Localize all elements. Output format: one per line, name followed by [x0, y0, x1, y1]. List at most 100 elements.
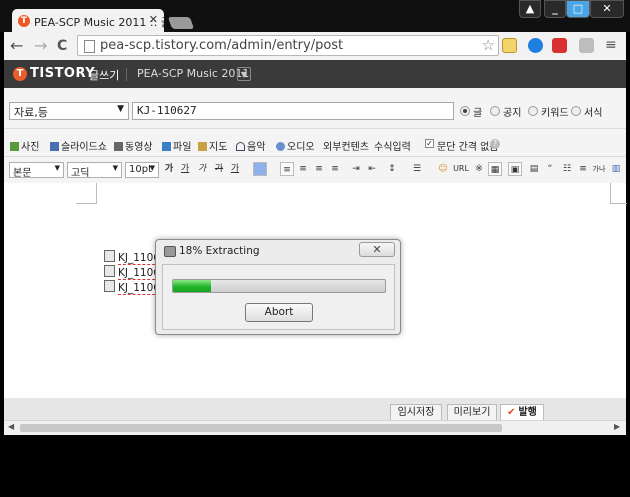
insert-file-button[interactable]: 파일: [162, 138, 191, 153]
align-left-icon[interactable]: ≡: [280, 162, 294, 176]
paragraph-style-select[interactable]: 본문 ▼: [9, 162, 64, 179]
font-size-value: 10pt: [129, 164, 152, 175]
blog-dropdown-icon[interactable]: ▼: [237, 67, 251, 81]
slideshow-icon: [50, 142, 59, 151]
back-icon[interactable]: ←: [10, 38, 23, 54]
minimize-button[interactable]: _: [544, 0, 566, 18]
browser-tab-active[interactable]: T PEA-SCP Music 2011 :: 글 ✕: [12, 9, 164, 33]
maximize-button[interactable]: □: [566, 0, 590, 18]
attached-file[interactable]: KJ_1106: [104, 265, 160, 280]
indent-icon[interactable]: ⇥: [349, 162, 363, 176]
outdent-icon[interactable]: ⇤: [365, 162, 379, 176]
temp-save-button[interactable]: 임시저장: [390, 404, 442, 421]
bookmark-star-icon[interactable]: ☆: [482, 36, 495, 54]
align-justify-icon[interactable]: ≡: [328, 162, 342, 176]
link-url-button[interactable]: URL: [450, 162, 472, 176]
attached-file[interactable]: KJ_1106: [104, 250, 160, 265]
bold-button[interactable]: 가: [162, 162, 176, 176]
audio-icon: [276, 142, 285, 151]
file-icon: [162, 142, 171, 151]
font-select[interactable]: 고딕 ▼: [67, 162, 122, 179]
italic-button[interactable]: 가: [195, 162, 209, 176]
quote-button[interactable]: “: [543, 162, 557, 176]
check-icon: ✔: [507, 407, 516, 418]
radio-post[interactable]: [460, 106, 470, 116]
headphones-icon: [236, 142, 245, 151]
font-color-button[interactable]: 가: [228, 162, 242, 176]
scroll-left-icon[interactable]: ◀: [8, 422, 14, 431]
progress-fill: [173, 280, 212, 292]
insert-slideshow-label: 슬라이드쇼: [61, 142, 107, 153]
insert-external-button[interactable]: 외부컨텐츠: [323, 138, 369, 153]
download-extension-icon[interactable]: [528, 38, 543, 53]
spellcheck-icon[interactable]: ▥: [609, 162, 623, 176]
dialog-title: 18% Extracting: [179, 245, 260, 257]
special-char-button[interactable]: ※: [472, 162, 486, 176]
reload-icon[interactable]: C: [57, 38, 67, 54]
font-size-select[interactable]: 10pt ▼: [125, 162, 159, 178]
table-icon[interactable]: ▦: [488, 162, 502, 176]
highlight-color-button[interactable]: [253, 162, 267, 176]
dialog-close-button[interactable]: ✕: [359, 242, 395, 257]
video-extension-icon[interactable]: [552, 38, 567, 53]
translate-extension-icon[interactable]: [579, 38, 594, 53]
align-right-icon[interactable]: ≡: [312, 162, 326, 176]
insert-map-label: 지도: [209, 142, 228, 153]
profile-button[interactable]: ▲: [519, 0, 541, 18]
horizontal-scrollbar[interactable]: ◀ ▶: [4, 420, 626, 435]
preview-button[interactable]: 미리보기: [447, 404, 497, 421]
category-value: 자료,등: [14, 106, 48, 119]
category-select[interactable]: 자료,등 ▼: [9, 102, 129, 120]
window-close-button[interactable]: ✕: [590, 0, 624, 18]
attached-file-name: KJ_1106: [118, 282, 160, 295]
hr-icon[interactable]: ☷: [560, 162, 574, 176]
hanja-button[interactable]: 가나: [590, 162, 608, 176]
align-center-icon[interactable]: ≡: [296, 162, 310, 176]
insert-music-button[interactable]: 음악: [236, 138, 265, 153]
abort-button[interactable]: Abort: [245, 303, 313, 322]
paragraph-spacing-checkbox[interactable]: ✓: [425, 139, 434, 148]
publish-label: 발행: [518, 407, 537, 418]
box-icon[interactable]: ▣: [508, 162, 522, 176]
radio-notice[interactable]: [490, 106, 500, 116]
radio-template-label: 서식: [584, 108, 603, 119]
tistory-header: T TISTORY 글쓰기 PEA-SCP Music 2011 ▼: [4, 60, 626, 88]
list-icon[interactable]: ☰: [410, 162, 424, 176]
url-text[interactable]: pea-scp.tistory.com/admin/entry/post: [100, 38, 343, 53]
line-height-icon[interactable]: ↕: [385, 162, 399, 176]
more-button[interactable]: ≡: [576, 162, 590, 176]
publish-button[interactable]: ✔ 발행: [500, 404, 544, 421]
strike-button[interactable]: 가: [212, 162, 226, 176]
insert-video-button[interactable]: 동영상: [114, 138, 153, 153]
new-tab-button[interactable]: [167, 17, 195, 29]
insert-audio-button[interactable]: 오디오: [276, 138, 315, 153]
insert-toolbar: 사진 슬라이드쇼 동영상 파일 지도 음악 오디오 외부컨텐츠 수식입력 ✓ 문…: [4, 128, 626, 157]
page-corner-right: [610, 183, 627, 204]
forward-icon[interactable]: →: [34, 38, 47, 54]
notes-extension-icon[interactable]: [502, 38, 517, 53]
radio-keyword[interactable]: [528, 106, 538, 116]
paragraph-style-value: 본문: [13, 168, 32, 179]
insert-file-label: 파일: [173, 142, 192, 153]
map-icon: [198, 142, 207, 151]
menu-icon[interactable]: ≡: [605, 38, 620, 53]
insert-map-button[interactable]: 지도: [198, 138, 227, 153]
scrollbar-thumb[interactable]: [20, 424, 502, 432]
dialog-body: Abort: [162, 264, 395, 330]
emoticon-icon[interactable]: ☺: [436, 162, 450, 176]
help-icon[interactable]: ?: [490, 139, 500, 149]
insert-slideshow-button[interactable]: 슬라이드쇼: [50, 138, 107, 153]
blog-name[interactable]: PEA-SCP Music 2011: [137, 67, 249, 80]
insert-formula-button[interactable]: 수식입력: [374, 138, 411, 153]
underline-button[interactable]: 가: [178, 162, 192, 176]
attached-file[interactable]: KJ_1106: [104, 280, 160, 295]
insert-photo-button[interactable]: 사진: [10, 138, 39, 153]
blockquote-icon[interactable]: ▤: [527, 162, 541, 176]
tab-close-icon[interactable]: ✕: [149, 13, 158, 26]
radio-template[interactable]: [571, 106, 581, 116]
attached-file-name: KJ_1106: [118, 252, 160, 265]
tistory-brand[interactable]: TISTORY: [30, 66, 95, 81]
scroll-right-icon[interactable]: ▶: [614, 422, 620, 431]
address-bar[interactable]: pea-scp.tistory.com/admin/entry/post ☆: [77, 35, 499, 56]
title-input[interactable]: KJ-110627: [132, 102, 454, 120]
